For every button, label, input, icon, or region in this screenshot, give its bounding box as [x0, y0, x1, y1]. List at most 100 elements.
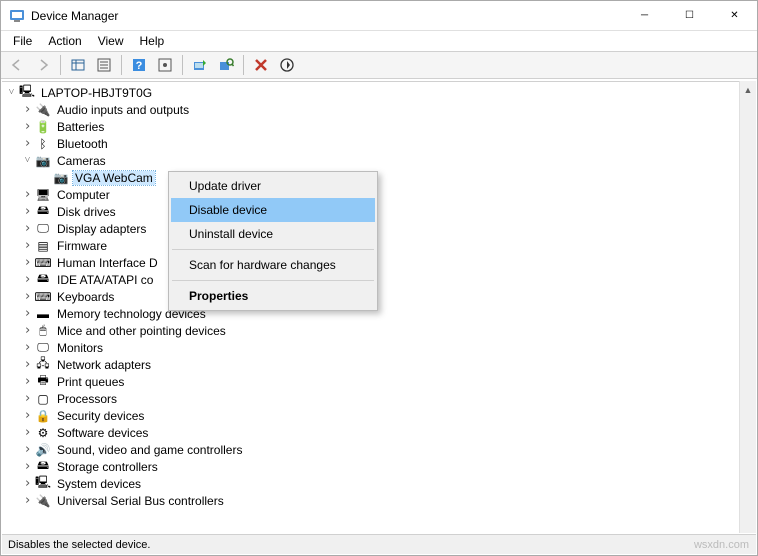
category-18[interactable]: ⚙Software devices [2, 424, 756, 441]
category-8[interactable]: ⌨Human Interface D [2, 254, 756, 271]
category-14-label: Network adapters [55, 358, 153, 372]
category-2-label: Bluetooth [55, 137, 110, 151]
category-12-label: Mice and other pointing devices [55, 324, 228, 338]
expand-toggle[interactable] [20, 255, 35, 270]
update-driver-button[interactable] [188, 54, 212, 76]
scan-hardware-button[interactable] [214, 54, 238, 76]
expand-toggle[interactable] [20, 136, 35, 151]
expand-toggle[interactable] [4, 87, 19, 98]
category-13[interactable]: 🖵Monitors [2, 339, 756, 356]
expand-toggle[interactable] [20, 323, 35, 338]
expand-toggle[interactable] [20, 425, 35, 440]
minimize-button[interactable]: ─ [622, 1, 667, 30]
category-21[interactable]: 🖳System devices [2, 475, 756, 492]
expand-toggle[interactable] [20, 119, 35, 134]
category-22-label: Universal Serial Bus controllers [55, 494, 226, 508]
category-16-icon: ▢ [35, 391, 51, 407]
back-button[interactable] [5, 54, 29, 76]
vertical-scrollbar[interactable]: ▲ [739, 81, 756, 533]
context-menu-item-4[interactable]: Scan for hardware changes [171, 253, 375, 277]
category-17-label: Security devices [55, 409, 146, 423]
status-bar: Disables the selected device. [2, 534, 756, 554]
expand-toggle[interactable] [20, 155, 35, 166]
category-17-icon: 🔒 [35, 408, 51, 424]
menu-view[interactable]: View [90, 32, 132, 50]
category-7-icon: ▤ [35, 238, 51, 254]
expand-toggle[interactable] [20, 408, 35, 423]
category-19-label: Sound, video and game controllers [55, 443, 244, 457]
root-computer[interactable]: 🖳LAPTOP-HBJT9T0G [2, 84, 756, 101]
category-20-label: Storage controllers [55, 460, 160, 474]
category-15[interactable]: 🖶Print queues [2, 373, 756, 390]
forward-button[interactable] [31, 54, 55, 76]
menu-file[interactable]: File [5, 32, 40, 50]
expand-toggle[interactable] [20, 357, 35, 372]
device-3-0[interactable]: 📷VGA WebCam [2, 169, 756, 186]
category-11[interactable]: ▬Memory technology devices [2, 305, 756, 322]
category-20[interactable]: 🖴Storage controllers [2, 458, 756, 475]
category-22[interactable]: 🔌 Universal Serial Bus controllers [2, 492, 756, 509]
menu-action[interactable]: Action [40, 32, 89, 50]
expand-toggle[interactable] [20, 221, 35, 236]
category-15-label: Print queues [55, 375, 126, 389]
expand-toggle[interactable] [20, 476, 35, 491]
category-9-label: IDE ATA/ATAPI co [55, 273, 155, 287]
menubar: File Action View Help [1, 31, 757, 51]
expand-toggle[interactable] [20, 204, 35, 219]
category-14[interactable]: 🖧Network adapters [2, 356, 756, 373]
root-computer-icon: 🖳 [19, 85, 35, 101]
category-4-label: Computer [55, 188, 112, 202]
category-17[interactable]: 🔒 Security devices [2, 407, 756, 424]
device-manager-window: Device Manager ─ ☐ ✕ File Action View He… [0, 0, 758, 556]
category-7[interactable]: ▤ Firmware [2, 237, 756, 254]
expand-toggle[interactable] [20, 238, 35, 253]
category-16[interactable]: ▢Processors [2, 390, 756, 407]
category-22-icon: 🔌 [35, 493, 51, 509]
expand-toggle[interactable] [20, 459, 35, 474]
category-10[interactable]: ⌨Keyboards [2, 288, 756, 305]
expand-toggle[interactable] [20, 306, 35, 321]
titlebar[interactable]: Device Manager ─ ☐ ✕ [1, 1, 757, 31]
context-menu-item-2[interactable]: Uninstall device [171, 222, 375, 246]
context-menu[interactable]: Update driverDisable deviceUninstall dev… [168, 171, 378, 311]
properties-button[interactable] [92, 54, 116, 76]
category-2[interactable]: ᛒ Bluetooth [2, 135, 756, 152]
context-menu-item-1[interactable]: Disable device [171, 198, 375, 222]
category-12[interactable]: 🖱Mice and other pointing devices [2, 322, 756, 339]
category-0[interactable]: 🔌Audio inputs and outputs [2, 101, 756, 118]
expand-toggle[interactable] [20, 187, 35, 202]
category-19[interactable]: 🔊Sound, video and game controllers [2, 441, 756, 458]
device-3-0-label: VGA WebCam [73, 171, 155, 185]
device-tree[interactable]: 🖳LAPTOP-HBJT9T0G🔌Audio inputs and output… [2, 81, 756, 533]
context-menu-item-0[interactable]: Update driver [171, 174, 375, 198]
expand-toggle[interactable] [20, 442, 35, 457]
category-7-label: Firmware [55, 239, 109, 253]
show-hidden-button[interactable] [66, 54, 90, 76]
expand-toggle[interactable] [20, 391, 35, 406]
category-0-label: Audio inputs and outputs [55, 103, 191, 117]
expand-toggle[interactable] [20, 493, 35, 508]
category-5[interactable]: 🖴Disk drives [2, 203, 756, 220]
expand-toggle[interactable] [20, 289, 35, 304]
disable-button[interactable] [275, 54, 299, 76]
context-menu-separator [172, 280, 374, 281]
action-button[interactable] [153, 54, 177, 76]
menu-help[interactable]: Help [132, 32, 173, 50]
uninstall-button[interactable] [249, 54, 273, 76]
watermark: wsxdn.com [694, 539, 749, 551]
category-1[interactable]: 🔋Batteries [2, 118, 756, 135]
help-button[interactable]: ? [127, 54, 151, 76]
maximize-button[interactable]: ☐ [667, 1, 712, 30]
category-4[interactable]: 🖥Computer [2, 186, 756, 203]
expand-toggle[interactable] [20, 272, 35, 287]
category-9[interactable]: 🖴IDE ATA/ATAPI co [2, 271, 756, 288]
context-menu-item-6[interactable]: Properties [171, 284, 375, 308]
category-2-icon: ᛒ [35, 136, 51, 152]
category-6[interactable]: 🖵Display adapters [2, 220, 756, 237]
expand-toggle[interactable] [20, 340, 35, 355]
expand-toggle[interactable] [20, 374, 35, 389]
expand-toggle[interactable] [20, 102, 35, 117]
category-5-label: Disk drives [55, 205, 118, 219]
close-button[interactable]: ✕ [712, 1, 757, 30]
category-3[interactable]: 📷Cameras [2, 152, 756, 169]
